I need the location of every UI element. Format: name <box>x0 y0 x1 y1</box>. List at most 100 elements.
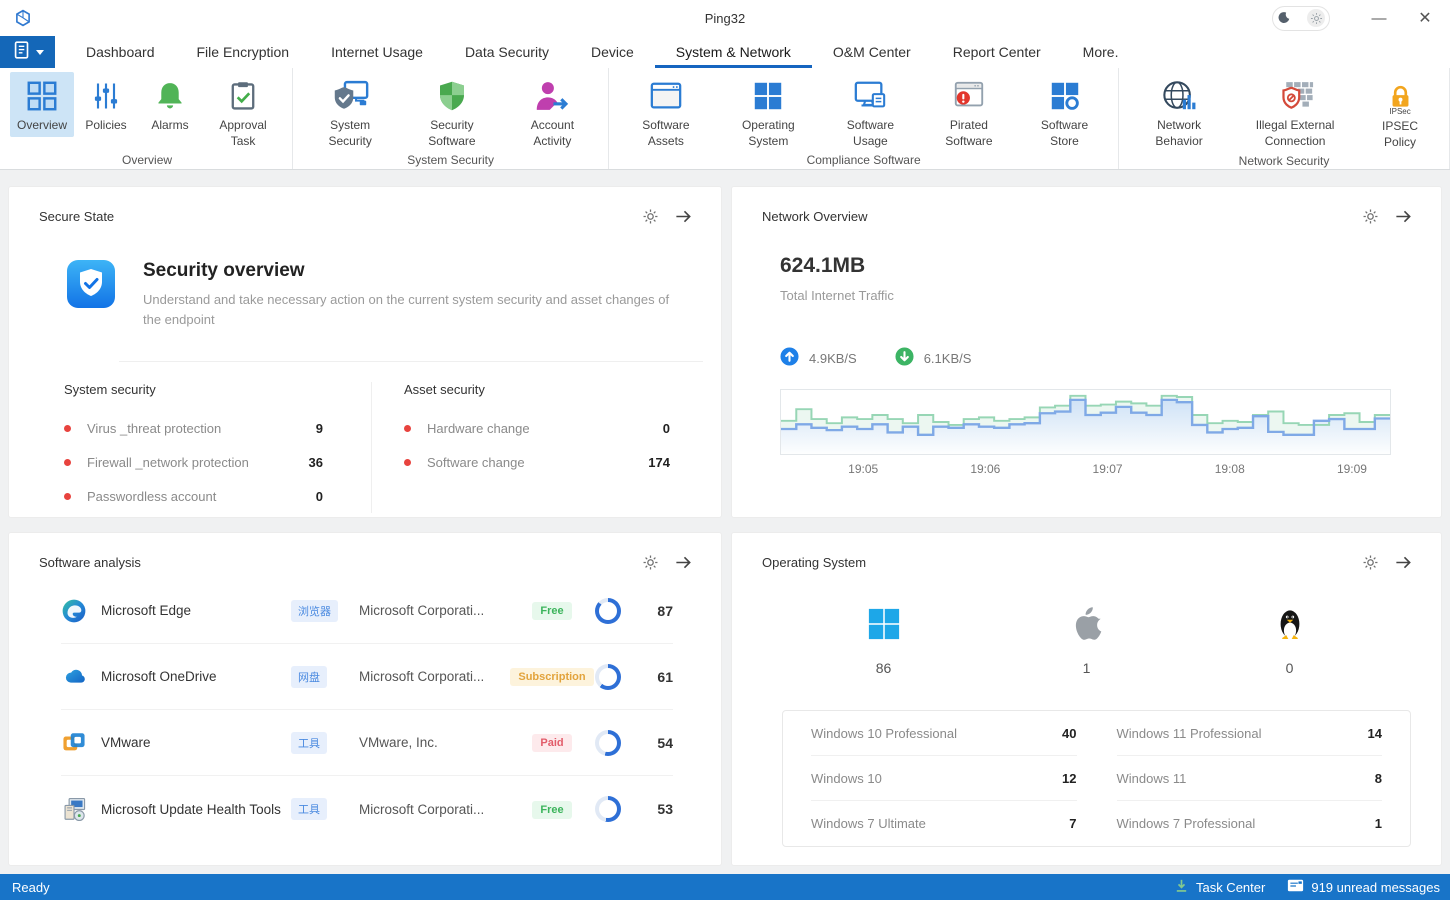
tab-o-m-center[interactable]: O&M Center <box>812 36 932 68</box>
ribbon-item-label: Account Activity <box>512 118 594 149</box>
ribbon-group-network-security: Network BehaviorIllegal External Connect… <box>1119 68 1450 169</box>
tab-internet-usage[interactable]: Internet Usage <box>310 36 444 68</box>
ribbon-item-label: Software Store <box>1026 118 1103 149</box>
ribbon-group-compliance-software: Software AssetsOperating SystemSoftware … <box>609 68 1119 169</box>
ribbon-item-label: IPSEC Policy <box>1366 119 1434 150</box>
license-badge: Free <box>532 602 571 620</box>
stat-label: Hardware change <box>427 421 663 436</box>
ribbon-item-software-store[interactable]: Software Store <box>1019 72 1110 152</box>
apple-logo-icon <box>1071 604 1103 644</box>
os-platform-windows: 86 <box>782 604 985 676</box>
main-menu-button[interactable] <box>0 36 55 68</box>
software-category-tag: 工具 <box>291 798 327 820</box>
theme-toggle[interactable] <box>1272 6 1330 31</box>
policies-sliders-icon <box>90 77 122 115</box>
tab-device[interactable]: Device <box>570 36 655 68</box>
card-title: Operating System <box>762 555 866 570</box>
main-content: Secure State Security overview Understan… <box>0 170 1450 874</box>
ribbon-item-illegal-external-connection[interactable]: Illegal External Connection <box>1231 72 1359 152</box>
statusbar: Ready Task Center 919 unread messages <box>0 874 1450 900</box>
ribbon-item-ipsec-policy[interactable]: IPSec IPSEC Policy <box>1359 72 1441 153</box>
ribbon-item-network-behavior[interactable]: Network Behavior <box>1127 72 1231 152</box>
unread-messages-label: 919 unread messages <box>1311 880 1440 895</box>
stat-row-firewall-network-protection: Firewall _network protection36 <box>64 445 323 479</box>
pirated-warning-window-icon <box>952 77 986 115</box>
os-table-cell-windows-7-ultimate: Windows 7 Ultimate7 <box>811 801 1077 846</box>
close-button[interactable]: ✕ <box>1402 0 1448 36</box>
minimize-button[interactable]: — <box>1356 0 1402 36</box>
ribbon-item-operating-system[interactable]: Operating System <box>715 72 822 152</box>
vmware-logo-icon <box>61 730 87 756</box>
x-tick-label: 19:07 <box>1093 462 1123 476</box>
ribbon-item-overview[interactable]: Overview <box>10 72 74 137</box>
software-score: 87 <box>637 603 673 619</box>
os-platform-count: 1 <box>1083 660 1091 676</box>
open-arrow-icon[interactable] <box>1394 553 1413 572</box>
settings-gear-icon[interactable] <box>1362 208 1379 225</box>
open-arrow-icon[interactable] <box>674 207 693 226</box>
settings-gear-icon[interactable] <box>642 208 659 225</box>
ribbon-group-overview: OverviewPoliciesAlarmsApproval TaskOverv… <box>2 68 293 169</box>
open-arrow-icon[interactable] <box>674 553 693 572</box>
software-row-microsoft-edge[interactable]: Microsoft Edge浏览器Microsoft Corporati...F… <box>61 578 673 644</box>
settings-gear-icon[interactable] <box>1362 554 1379 571</box>
ribbon-item-account-activity[interactable]: Account Activity <box>505 72 601 152</box>
red-bullet-icon <box>404 425 411 432</box>
x-tick-label: 19:08 <box>1215 462 1245 476</box>
unread-messages-button[interactable]: 919 unread messages <box>1287 879 1440 895</box>
ribbon-item-pirated-software[interactable]: Pirated Software <box>919 72 1019 152</box>
ribbon-item-software-assets[interactable]: Software Assets <box>617 72 715 152</box>
tab-report-center[interactable]: Report Center <box>932 36 1062 68</box>
tab-data-security[interactable]: Data Security <box>444 36 570 68</box>
ribbon-item-software-usage[interactable]: Software Usage <box>822 72 919 152</box>
tab-more[interactable]: More. <box>1062 36 1140 68</box>
ribbon-item-system-security[interactable]: System Security <box>301 72 399 152</box>
red-bullet-icon <box>64 493 71 500</box>
total-traffic-label: Total Internet Traffic <box>780 288 1391 303</box>
software-row-microsoft-update-health-tools[interactable]: Microsoft Update Health Tools工具Microsoft… <box>61 776 673 842</box>
document-icon <box>11 39 33 66</box>
ribbon-item-approval-task[interactable]: Approval Task <box>202 72 284 152</box>
stat-label: Virus _threat protection <box>87 421 316 436</box>
license-badge: Paid <box>532 734 571 752</box>
chevron-down-icon <box>36 50 44 55</box>
x-tick-label: 19:06 <box>970 462 1000 476</box>
os-grid-icon <box>751 77 785 115</box>
tab-dashboard[interactable]: Dashboard <box>65 36 176 68</box>
ribbon-item-security-software[interactable]: Security Software <box>399 72 504 152</box>
software-assets-window-icon <box>649 77 683 115</box>
app-logo-icon <box>14 9 32 27</box>
security-shield-icon <box>67 260 115 329</box>
total-traffic-value: 624.1MB <box>780 254 1391 278</box>
system-security-shield-icon <box>332 77 369 115</box>
open-arrow-icon[interactable] <box>1394 207 1413 226</box>
software-name: Microsoft Update Health Tools <box>101 802 291 817</box>
download-rate: 6.1KB/S <box>895 347 972 369</box>
tab-system-network[interactable]: System & Network <box>655 36 812 68</box>
ribbon-item-policies[interactable]: Policies <box>74 72 138 137</box>
software-score: 53 <box>637 801 673 817</box>
account-activity-person-icon <box>534 77 571 115</box>
task-center-button[interactable]: Task Center <box>1174 878 1265 896</box>
software-row-vmware[interactable]: VMware工具VMware, Inc.Paid54 <box>61 710 673 776</box>
linux-logo-icon <box>1275 604 1305 644</box>
score-progress-ring <box>595 664 621 690</box>
card-title: Secure State <box>39 209 114 224</box>
security-shield-green-icon <box>436 77 468 115</box>
tab-file-encryption[interactable]: File Encryption <box>176 36 311 68</box>
ribbon-item-alarms[interactable]: Alarms <box>138 72 202 137</box>
software-vendor: VMware, Inc. <box>351 735 509 750</box>
os-platform-linux: 0 <box>1188 604 1391 676</box>
software-row-microsoft-onedrive[interactable]: Microsoft OneDrive网盘Microsoft Corporati.… <box>61 644 673 710</box>
app-window: Ping32 — ✕ DashboardFile EncryptionInter… <box>0 0 1450 900</box>
software-category-tag: 网盘 <box>291 666 327 688</box>
overview-grid-icon <box>25 77 59 115</box>
settings-gear-icon[interactable] <box>642 554 659 571</box>
menu-tabs: DashboardFile EncryptionInternet UsageDa… <box>65 36 1139 68</box>
icon-caption: IPSec <box>1389 107 1410 116</box>
hero-description: Understand and take necessary action on … <box>143 290 681 329</box>
ribbon-item-label: Pirated Software <box>926 118 1012 149</box>
ribbon-group-system-security: System SecuritySecurity Software Account … <box>293 68 609 169</box>
download-tray-icon <box>1174 878 1189 896</box>
os-table-cell-windows-11-professional: Windows 11 Professional14 <box>1117 711 1383 756</box>
